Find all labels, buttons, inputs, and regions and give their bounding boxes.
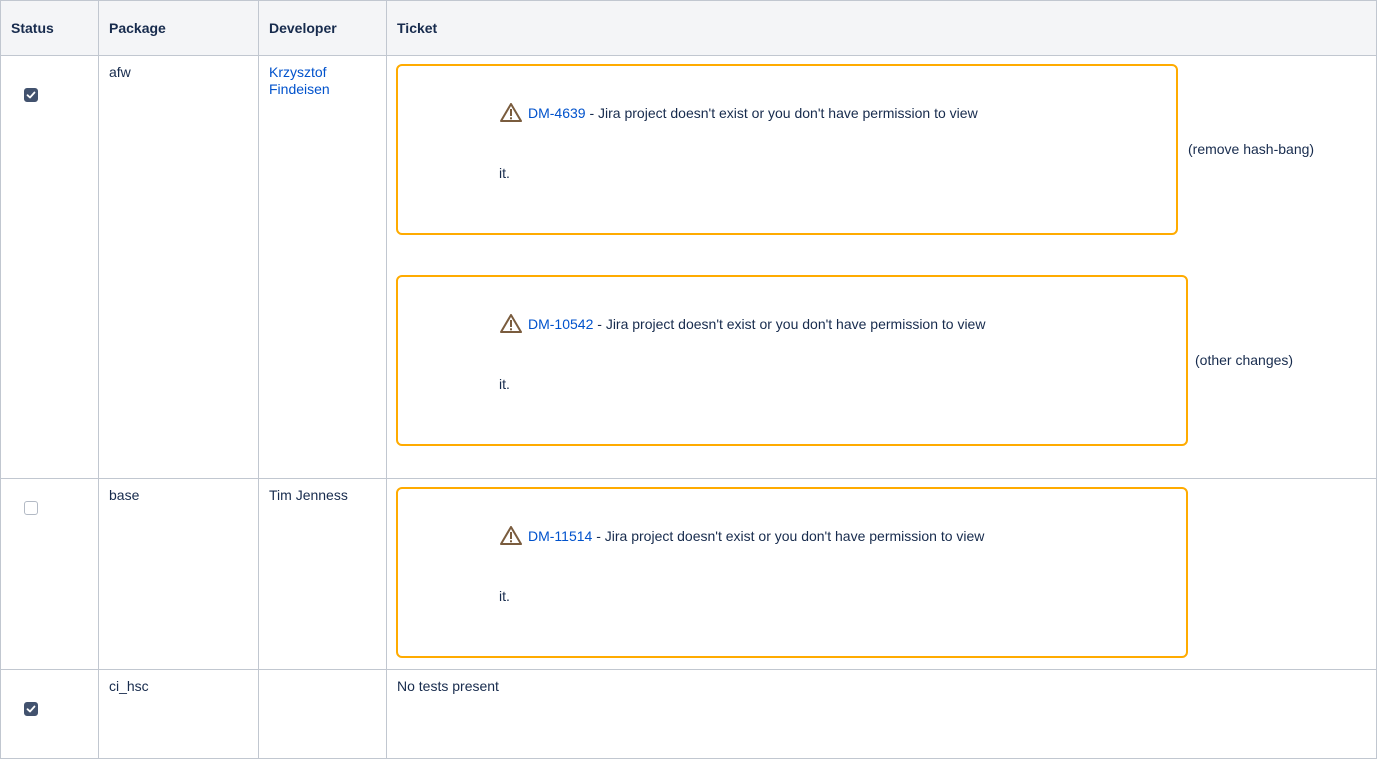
- package-cell: base: [98, 478, 259, 670]
- jira-error-message-wrap: it.: [499, 376, 510, 392]
- header-developer: Developer: [258, 0, 387, 56]
- header-ticket: Ticket: [386, 0, 1377, 56]
- jira-error-message-wrap: it.: [499, 165, 510, 181]
- ticket-cell: DM-4639 - Jira project doesn't exist or …: [386, 55, 1377, 479]
- jira-issue-link[interactable]: DM-10542: [528, 316, 593, 332]
- developer-name: [259, 670, 386, 686]
- release-status-table: Status Package Developer Ticket afw Krzy…: [0, 0, 1377, 759]
- developer-cell: Tim Jenness: [258, 478, 387, 670]
- warning-triangle-icon: [500, 103, 522, 125]
- warning-triangle-icon: [500, 314, 522, 336]
- no-tests-text: No tests present: [397, 678, 499, 694]
- developer-link[interactable]: Krzysztof Findeisen: [269, 64, 330, 97]
- jira-issue-link[interactable]: DM-4639: [528, 105, 586, 121]
- ticket-cell: DM-11514 - Jira project doesn't exist or…: [386, 478, 1377, 670]
- checkbox-unchecked-icon[interactable]: [24, 501, 38, 515]
- jira-issue-link[interactable]: DM-11514: [528, 528, 592, 544]
- table-row: ci_hsc No tests present: [0, 669, 1377, 759]
- status-cell: [0, 669, 99, 759]
- developer-name: Tim Jenness: [269, 487, 348, 503]
- header-status: Status: [0, 0, 99, 56]
- package-name: ci_hsc: [109, 678, 149, 694]
- package-cell: afw: [98, 55, 259, 479]
- status-cell: [0, 478, 99, 670]
- jira-error-message: - Jira project doesn't exist or you don'…: [589, 105, 978, 121]
- jira-issue-macro: DM-10542 - Jira project doesn't exist or…: [396, 275, 1188, 446]
- table-row: base Tim Jenness DM-11514 - Jira project…: [0, 478, 1377, 670]
- jira-issue-macro: DM-4639 - Jira project doesn't exist or …: [396, 64, 1178, 235]
- ticket-note: (remove hash-bang): [1188, 141, 1315, 157]
- ticket-note: (other changes): [1195, 352, 1294, 368]
- checkbox-checked-icon[interactable]: [24, 88, 38, 102]
- jira-issue-macro: DM-11514 - Jira project doesn't exist or…: [396, 487, 1188, 658]
- checkbox-checked-icon[interactable]: [24, 702, 38, 716]
- package-name: base: [109, 487, 140, 503]
- package-cell: ci_hsc: [98, 669, 259, 759]
- header-row: Status Package Developer Ticket: [0, 0, 1377, 56]
- jira-error-message-wrap: it.: [499, 588, 510, 604]
- status-cell: [0, 55, 99, 479]
- table-row: afw Krzysztof Findeisen DM-4639 - Jira p…: [0, 55, 1377, 479]
- jira-error-message: - Jira project doesn't exist or you don'…: [596, 528, 985, 544]
- jira-error-message: - Jira project doesn't exist or you don'…: [597, 316, 986, 332]
- package-name: afw: [109, 64, 131, 80]
- developer-cell: Krzysztof Findeisen: [258, 55, 387, 479]
- header-package: Package: [98, 0, 259, 56]
- developer-cell: [258, 669, 387, 759]
- ticket-cell: No tests present: [386, 669, 1377, 759]
- warning-triangle-icon: [500, 526, 522, 548]
